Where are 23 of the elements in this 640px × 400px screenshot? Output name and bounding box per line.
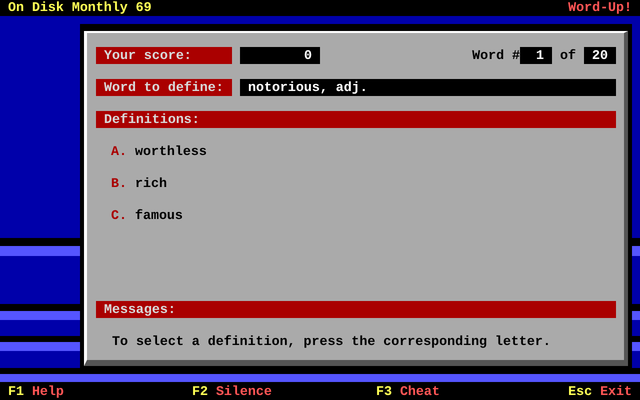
program-title: On Disk Monthly 69 — [8, 0, 152, 16]
word-number-value: 1 — [520, 47, 552, 64]
message-text: To select a definition, press the corresponding letter. — [112, 333, 552, 350]
definition-text: famous — [135, 207, 183, 224]
word-value: notorious, adj. — [240, 79, 616, 96]
of-label: of — [560, 48, 576, 63]
option-letter: C. — [111, 207, 128, 224]
option-letter: A. — [111, 143, 128, 160]
game-title: Word-Up! — [568, 0, 632, 16]
function-key-hint[interactable]: F1 Help — [8, 384, 192, 398]
score-label: Your score: — [96, 47, 232, 64]
definition-text: worthless — [135, 143, 207, 160]
word-label: Word to define: — [96, 79, 232, 96]
score-value: 0 — [240, 47, 320, 64]
messages-header: Messages: — [96, 301, 616, 318]
definitions-header: Definitions: — [96, 111, 616, 128]
word-total-value: 20 — [584, 47, 616, 64]
option-letter: B. — [111, 175, 128, 192]
function-key-hint[interactable]: Esc Exit — [568, 384, 632, 398]
definition-text: rich — [135, 175, 167, 192]
function-key-hint[interactable]: F3 Cheat — [376, 384, 568, 398]
function-key-hint[interactable]: F2 Silence — [192, 384, 376, 398]
word-number-label: Word # — [472, 48, 520, 63]
